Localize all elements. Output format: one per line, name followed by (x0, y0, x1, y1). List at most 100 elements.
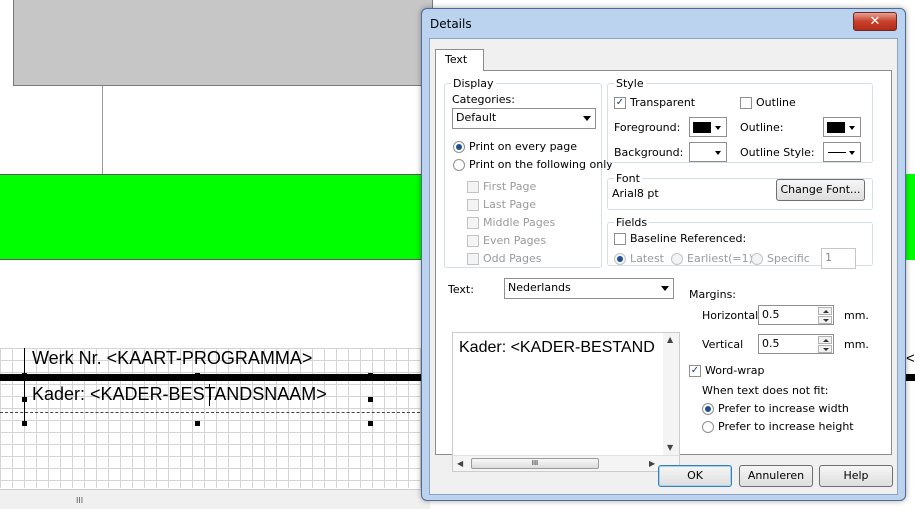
spin-down-icon[interactable] (818, 345, 832, 353)
scroll-left-icon[interactable]: ◀ (457, 459, 463, 468)
selection-handle[interactable] (22, 373, 27, 378)
text-editor[interactable]: Kader: <KADER-BESTAND ▲ ▼ ◀ III ▶ (452, 332, 680, 472)
chevron-down-icon (849, 151, 855, 155)
design-grid[interactable] (0, 348, 430, 488)
wordwrap-label[interactable]: Word-wrap (705, 364, 765, 377)
specific-label: Specific (767, 252, 810, 265)
scrollbar-thumb[interactable]: III (471, 458, 599, 469)
horizontal-unit: mm. (844, 309, 869, 322)
werk-nr-field[interactable]: Werk Nr. <KAART-PROGRAMMA> (32, 348, 312, 369)
dashed-guide-line (0, 412, 430, 413)
tab-text[interactable]: Text (435, 49, 484, 71)
outline-style-label: Outline Style: (740, 146, 815, 159)
text-cursor (209, 384, 210, 406)
chevron-down-icon (849, 126, 855, 130)
scroll-up-icon[interactable]: ▲ (667, 335, 673, 344)
transparent-label[interactable]: Transparent (630, 96, 695, 109)
print-every-page-radio[interactable] (453, 141, 465, 153)
chevron-down-icon (715, 151, 721, 155)
change-font-button[interactable]: Change Font... (776, 179, 865, 201)
selection-handle[interactable] (368, 397, 373, 402)
middle-pages-checkbox[interactable] (467, 217, 479, 229)
scroll-down-icon[interactable]: ▼ (667, 443, 673, 452)
fields-legend: Fields (616, 216, 648, 229)
categories-select[interactable]: Default (452, 108, 596, 129)
prefer-height-radio[interactable] (702, 421, 714, 433)
band-divider (102, 86, 103, 174)
right-field-fragment: < (906, 350, 915, 367)
close-button[interactable]: ✕ (853, 12, 897, 31)
foreground-color-picker[interactable] (689, 117, 727, 137)
vertical-label: Vertical (702, 338, 744, 351)
transparent-checkbox[interactable]: ✓ (614, 97, 626, 109)
font-value: Arial8 pt (612, 187, 659, 200)
even-pages-checkbox[interactable] (467, 235, 479, 247)
not-fit-label: When text does not fit: (702, 384, 829, 397)
selection-handle[interactable] (22, 421, 27, 426)
text-horizontal-scrollbar[interactable]: ◀ III ▶ (453, 455, 679, 471)
style-legend: Style (616, 77, 644, 90)
first-page-label: First Page (483, 180, 537, 193)
outline-style-picker[interactable] (823, 142, 861, 162)
cancel-button[interactable]: Annuleren (739, 465, 813, 487)
odd-pages-checkbox[interactable] (467, 253, 479, 265)
first-page-checkbox[interactable] (467, 181, 479, 193)
prefer-width-radio[interactable] (702, 403, 714, 415)
outline-color-picker[interactable] (823, 117, 861, 137)
specific-input[interactable]: 1 (821, 248, 856, 269)
last-page-label: Last Page (483, 198, 537, 211)
last-page-checkbox[interactable] (467, 199, 479, 211)
horizontal-scrollbar[interactable] (0, 489, 430, 509)
green-band[interactable] (0, 174, 430, 260)
wordwrap-checkbox[interactable]: ✓ (689, 365, 701, 377)
print-following-label[interactable]: Print on the following only (469, 158, 613, 171)
outline-label[interactable]: Outline (756, 96, 796, 109)
scrollbar-grip[interactable]: III (76, 496, 83, 505)
close-icon: ✕ (869, 14, 881, 29)
print-following-radio[interactable] (453, 159, 465, 171)
selection-handle[interactable] (368, 421, 373, 426)
spin-up-icon[interactable] (818, 307, 832, 315)
help-button[interactable]: Help (819, 465, 893, 487)
dialog-title: Details (430, 17, 472, 31)
foreground-label: Foreground: (614, 121, 681, 134)
selection-handle[interactable] (195, 421, 200, 426)
latest-label: Latest (630, 252, 664, 265)
latest-radio[interactable] (614, 253, 626, 265)
selection-handle[interactable] (195, 373, 200, 378)
baseline-checkbox[interactable] (614, 233, 626, 245)
background-color-picker[interactable] (689, 142, 727, 162)
vertical-margin-input[interactable]: 0.5 (758, 334, 834, 354)
horizontal-margin-input[interactable]: 0.5 (758, 305, 834, 325)
section-separator-right (905, 374, 915, 381)
scroll-right-icon[interactable]: ▶ (649, 459, 655, 468)
earliest-radio[interactable] (671, 253, 683, 265)
even-pages-label: Even Pages (483, 234, 547, 247)
left-guide-line (24, 348, 25, 423)
specific-radio[interactable] (751, 253, 763, 265)
spin-down-icon[interactable] (818, 316, 832, 324)
selection-handle[interactable] (368, 373, 373, 378)
text-editor-content[interactable]: Kader: <KADER-BESTAND (459, 339, 655, 357)
selection-handle[interactable] (22, 397, 27, 402)
print-every-page-label[interactable]: Print on every page (469, 140, 577, 153)
vertical-margin-value[interactable]: 0.5 (762, 337, 780, 350)
categories-label: Categories: (452, 93, 515, 106)
kader-field[interactable]: Kader: <KADER-BESTANDSNAAM> (32, 384, 327, 405)
baseline-label[interactable]: Baseline Referenced: (630, 232, 746, 245)
line-style-icon (828, 152, 846, 153)
outline-checkbox[interactable] (740, 97, 752, 109)
prefer-width-label[interactable]: Prefer to increase width (718, 402, 849, 415)
odd-pages-label: Odd Pages (483, 252, 542, 265)
outline-color-label: Outline: (740, 121, 784, 134)
spin-up-icon[interactable] (818, 336, 832, 344)
text-vertical-scrollbar[interactable]: ▲ ▼ (663, 333, 679, 455)
header-band[interactable] (13, 0, 433, 86)
prefer-height-label[interactable]: Prefer to increase height (718, 420, 854, 433)
ok-button[interactable]: OK (658, 465, 732, 487)
language-value: Nederlands (508, 281, 571, 294)
middle-pages-label: Middle Pages (483, 216, 556, 229)
chevron-down-icon (715, 126, 721, 130)
horizontal-margin-value[interactable]: 0.5 (762, 308, 780, 321)
language-select[interactable]: Nederlands (504, 278, 674, 299)
